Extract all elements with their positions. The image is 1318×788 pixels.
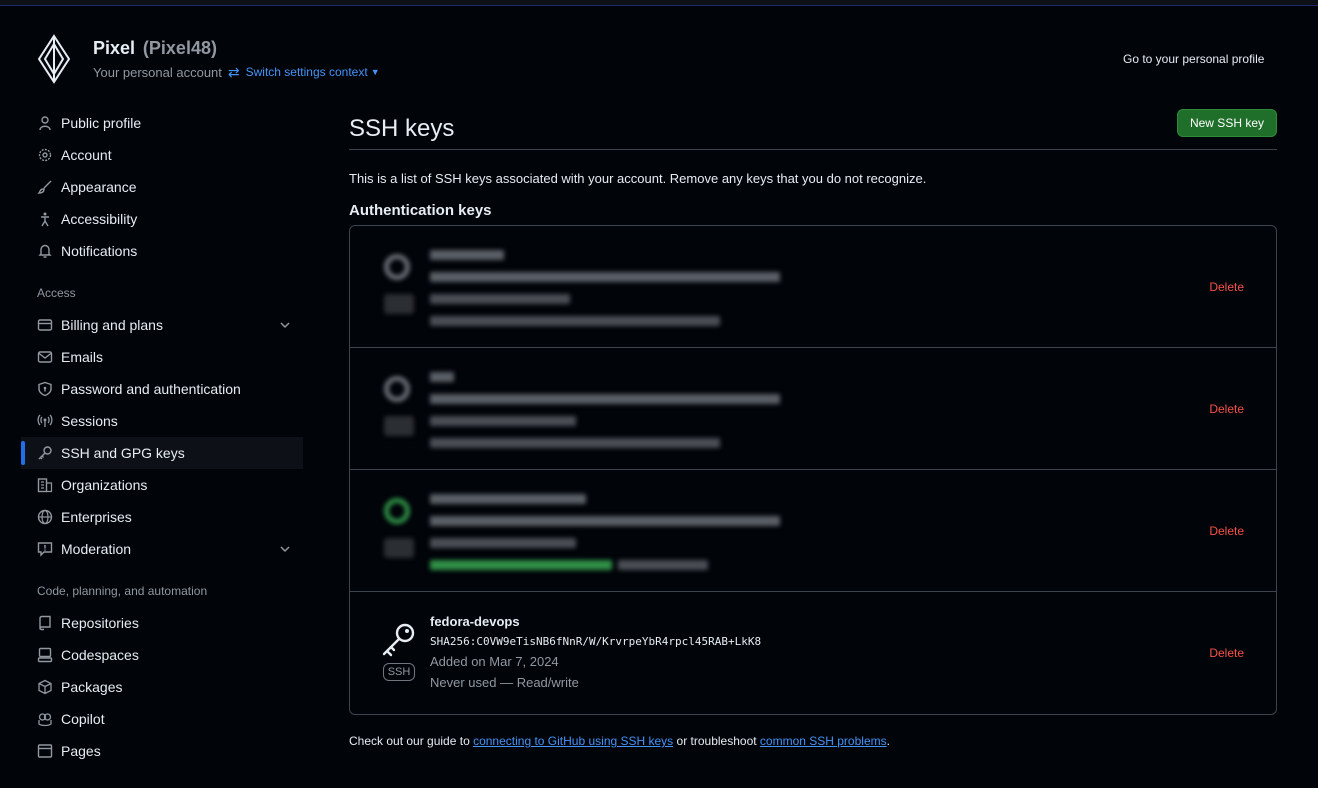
sidebar-item-ssh-gpg-keys[interactable]: SSH and GPG keys (21, 437, 303, 469)
sidebar-item-label: Accessibility (61, 211, 138, 227)
guide-mid: or troubleshoot (673, 734, 760, 748)
account-header: Pixel (Pixel48) Your personal account ⇄ … (37, 34, 380, 84)
ssh-badge: SSH (383, 663, 415, 681)
ssh-key-item-redacted: Delete (350, 470, 1276, 592)
report-icon (37, 541, 53, 557)
caret-down-icon[interactable]: ▼ (371, 67, 380, 77)
arrow-switch-icon[interactable]: ⇄ (228, 64, 240, 81)
sidebar-item-repositories[interactable]: Repositories (21, 607, 303, 639)
sidebar-item-label: Organizations (61, 477, 148, 493)
key-fingerprint: SHA256:C0VW9eTisNB6fNnR/W/KrvrpeYbR4rpcl… (430, 635, 762, 648)
sidebar-item-pages[interactable]: Pages (21, 735, 303, 767)
sidebar-item-label: Billing and plans (61, 317, 163, 333)
sidebar-item-label: Repositories (61, 615, 139, 631)
delete-key-button[interactable]: Delete (1209, 280, 1244, 294)
chevron-down-icon[interactable] (279, 542, 291, 558)
codespaces-icon (37, 647, 53, 663)
sidebar-item-label: Enterprises (61, 509, 132, 525)
settings-sidebar: Public profile Account Appearance Access… (21, 107, 303, 767)
sidebar-item-copilot[interactable]: Copilot (21, 703, 303, 735)
sidebar-item-packages[interactable]: Packages (21, 671, 303, 703)
ssh-key-item-redacted: Delete (350, 348, 1276, 470)
sidebar-item-label: Password and authentication (61, 381, 241, 397)
ssh-key-item-redacted: Delete (350, 226, 1276, 348)
gear-icon (37, 147, 53, 163)
ssh-key-list: Delete Delete Delete SSH fedora-devops S… (349, 225, 1277, 715)
sidebar-item-label: Notifications (61, 243, 138, 259)
sidebar-item-codespaces[interactable]: Codespaces (21, 639, 303, 671)
sidebar-item-appearance[interactable]: Appearance (21, 171, 303, 203)
mail-icon (37, 349, 53, 365)
key-title: fedora-devops (430, 614, 520, 629)
organization-icon (37, 477, 53, 493)
ssh-keys-panel: SSH keys New SSH key This is a list of S… (349, 107, 1277, 748)
sidebar-item-label: Moderation (61, 541, 132, 557)
sidebar-item-label: Pages (61, 743, 101, 759)
copilot-icon (37, 711, 53, 727)
guide-prefix: Check out our guide to (349, 734, 474, 748)
sidebar-item-sessions[interactable]: Sessions (21, 405, 303, 437)
ssh-key-item: SSH fedora-devops SHA256:C0VW9eTisNB6fNn… (350, 592, 1276, 714)
sidebar-item-label: SSH and GPG keys (61, 445, 185, 461)
sidebar-section-access: Access (37, 286, 76, 300)
account-name: Pixel (93, 37, 136, 58)
chevron-down-icon[interactable] (279, 318, 291, 334)
broadcast-icon (37, 413, 53, 429)
new-ssh-key-button[interactable]: New SSH key (1176, 109, 1277, 137)
key-icon (37, 445, 53, 461)
sidebar-item-label: Emails (61, 349, 104, 365)
sidebar-section-code: Code, planning, and automation (37, 584, 208, 598)
sidebar-item-notifications[interactable]: Notifications (21, 235, 303, 267)
sidebar-item-public-profile[interactable]: Public profile (21, 107, 303, 139)
browser-icon (37, 743, 53, 759)
avatar[interactable] (37, 34, 71, 84)
key-icon (382, 623, 415, 657)
sidebar-item-organizations[interactable]: Organizations (21, 469, 303, 501)
ssh-troubleshoot-link[interactable]: common SSH problems (760, 734, 887, 748)
page-title: SSH keys (349, 115, 455, 142)
sidebar-item-account[interactable]: Account (21, 139, 303, 171)
paintbrush-icon (37, 179, 53, 195)
ssh-guide-link[interactable]: connecting to GitHub using SSH keys (473, 734, 673, 748)
switch-context-link[interactable]: Switch settings context (246, 65, 368, 79)
delete-key-button[interactable]: Delete (1209, 402, 1244, 416)
delete-key-button[interactable]: Delete (1209, 524, 1244, 538)
guide-suffix: . (886, 734, 890, 748)
sidebar-item-label: Account (61, 147, 112, 163)
sidebar-item-accessibility[interactable]: Accessibility (21, 203, 303, 235)
sidebar-item-enterprises[interactable]: Enterprises (21, 501, 303, 533)
key-usage: Never used — Read/write (430, 675, 579, 690)
sidebar-item-moderation[interactable]: Moderation (21, 533, 303, 565)
person-icon (37, 115, 53, 131)
sidebar-item-label: Codespaces (61, 647, 139, 663)
bell-icon (37, 243, 53, 259)
account-login: (Pixel48) (142, 37, 217, 58)
account-subtitle: Your personal account (93, 64, 222, 80)
sidebar-item-label: Public profile (61, 115, 142, 131)
guide-text: Check out our guide to connecting to Git… (349, 734, 1277, 748)
shield-lock-icon (37, 381, 53, 397)
section-title: Authentication keys (349, 202, 492, 219)
globe-icon (37, 509, 53, 525)
intro-text: This is a list of SSH keys associated wi… (349, 171, 927, 186)
key-added-date: Added on Mar 7, 2024 (430, 654, 559, 669)
sidebar-item-label: Sessions (61, 413, 118, 429)
go-to-profile-button[interactable]: Go to your personal profile (1123, 52, 1264, 66)
sidebar-item-emails[interactable]: Emails (21, 341, 303, 373)
sidebar-item-label: Appearance (61, 179, 137, 195)
credit-card-icon (37, 317, 53, 333)
sidebar-item-label: Copilot (61, 711, 105, 727)
sidebar-item-label: Packages (61, 679, 123, 695)
package-icon (37, 679, 53, 695)
sidebar-item-password[interactable]: Password and authentication (21, 373, 303, 405)
sidebar-item-billing[interactable]: Billing and plans (21, 309, 303, 341)
repo-icon (37, 615, 53, 631)
top-border (0, 0, 1318, 6)
accessibility-icon (37, 211, 53, 227)
delete-key-button[interactable]: Delete (1209, 646, 1244, 660)
